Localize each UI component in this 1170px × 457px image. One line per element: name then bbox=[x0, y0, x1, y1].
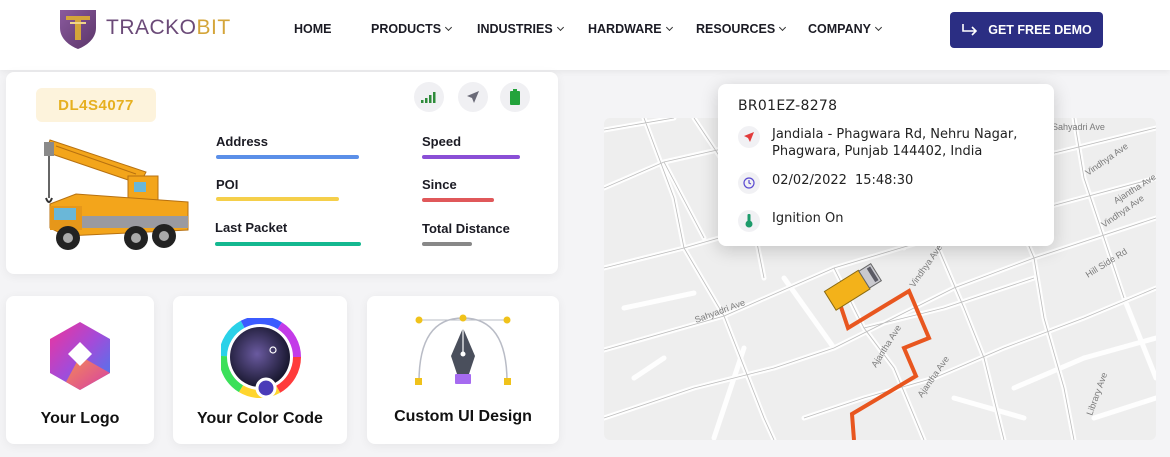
street-label: Vindhya Ave bbox=[907, 243, 944, 289]
popup-address-row: Jandiala - Phagwara Rd, Nehru Nagar, Pha… bbox=[738, 126, 1042, 160]
ignition-icon bbox=[738, 210, 760, 232]
feature-card-color[interactable]: Your Color Code bbox=[173, 296, 347, 444]
brand-logo[interactable]: TRACKOBIT bbox=[56, 6, 231, 50]
field-last-packet-label: Last Packet bbox=[215, 220, 288, 235]
chevron-down-icon bbox=[556, 23, 564, 32]
field-last-packet-bar bbox=[215, 242, 361, 246]
feature-label: Custom UI Design bbox=[394, 408, 532, 425]
field-address-label: Address bbox=[216, 134, 269, 149]
crane-truck-image bbox=[44, 139, 189, 250]
nav-products[interactable]: PRODUCTS bbox=[371, 22, 453, 36]
navigation-icon bbox=[458, 82, 488, 112]
field-total-distance-label: Total Distance bbox=[422, 221, 510, 236]
field-total-distance-bar bbox=[422, 242, 472, 246]
battery-icon bbox=[500, 82, 530, 112]
vehicle-info-popup: BR01EZ-8278 Jandiala - Phagwara Rd, Nehr… bbox=[718, 84, 1054, 246]
color-wheel-icon bbox=[221, 318, 301, 399]
feature-label: Your Logo bbox=[40, 410, 120, 427]
field-since-label: Since bbox=[422, 177, 457, 192]
nav-hardware[interactable]: HARDWARE bbox=[588, 22, 673, 36]
street-label: Sahyadri Ave bbox=[1052, 122, 1105, 132]
feature-card-logo[interactable]: Your Logo bbox=[6, 296, 154, 444]
pen-tool-icon bbox=[415, 314, 511, 385]
street-label: Library Ave bbox=[1084, 371, 1109, 417]
nav-resources[interactable]: RESOURCES bbox=[696, 22, 787, 36]
street-label: Ajantha Ave bbox=[915, 354, 951, 399]
popup-address: Jandiala - Phagwara Rd, Nehru Nagar, Pha… bbox=[772, 127, 1018, 159]
field-since-bar bbox=[422, 198, 494, 202]
chevron-down-icon bbox=[779, 23, 787, 32]
popup-date: 02/02/2022 bbox=[772, 173, 847, 188]
popup-time: 15:48:30 bbox=[854, 173, 914, 188]
feature-card-ui-design[interactable]: Custom UI Design bbox=[367, 296, 559, 444]
popup-status: Ignition On bbox=[772, 211, 844, 226]
nav-industries[interactable]: INDUSTRIES bbox=[477, 22, 564, 36]
nav-home[interactable]: HOME bbox=[294, 22, 332, 36]
get-free-demo-button[interactable]: GET FREE DEMO bbox=[950, 12, 1103, 48]
field-speed-label: Speed bbox=[422, 134, 462, 149]
location-arrow-icon bbox=[738, 126, 760, 148]
brand-name: TRACKOBIT bbox=[106, 16, 231, 39]
field-address-bar bbox=[216, 155, 359, 159]
clock-icon bbox=[738, 172, 760, 194]
feature-label: Your Color Code bbox=[197, 410, 323, 427]
field-poi-label: POI bbox=[216, 177, 239, 192]
chevron-down-icon bbox=[874, 23, 883, 32]
nav-company[interactable]: COMPANY bbox=[808, 22, 883, 36]
field-poi-bar bbox=[216, 197, 339, 201]
vehicle-plate: DL4S4077 bbox=[36, 88, 156, 122]
chevron-down-icon bbox=[445, 23, 453, 32]
popup-datetime-row: 02/02/2022 15:48:30 bbox=[738, 172, 913, 194]
vehicle-card: DL4S4077 Address POI Last Packet Speed S… bbox=[6, 72, 558, 274]
navbar: TRACKOBIT HOME PRODUCTS INDUSTRIES HARDW… bbox=[0, 0, 1170, 70]
logo-app-icon bbox=[50, 322, 110, 390]
popup-status-row: Ignition On bbox=[738, 210, 843, 232]
trackobit-logo-icon bbox=[60, 10, 96, 49]
return-arrow-icon bbox=[962, 24, 978, 36]
chevron-down-icon bbox=[665, 23, 673, 32]
signal-icon bbox=[414, 82, 444, 112]
field-speed-bar bbox=[422, 155, 520, 159]
popup-vehicle-id: BR01EZ-8278 bbox=[738, 98, 838, 114]
